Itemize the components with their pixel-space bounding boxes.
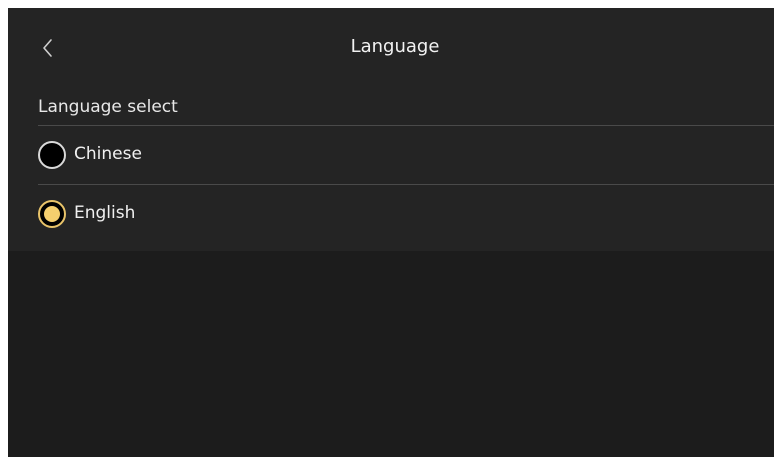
radio-dot — [44, 206, 60, 222]
header-bar: Language — [8, 8, 774, 88]
language-screen: Language Language select Chinese English — [8, 8, 774, 457]
page-title: Language — [350, 36, 440, 57]
option-chinese[interactable]: Chinese — [38, 126, 774, 182]
radio-checked-icon[interactable] — [38, 200, 66, 228]
option-label: Chinese — [74, 144, 142, 164]
settings-panel: Language Language select Chinese English — [8, 8, 774, 251]
option-english[interactable]: English — [38, 185, 774, 241]
option-label: English — [74, 203, 136, 223]
section-label: Language select — [38, 97, 178, 117]
radio-unchecked-icon[interactable] — [38, 141, 66, 169]
